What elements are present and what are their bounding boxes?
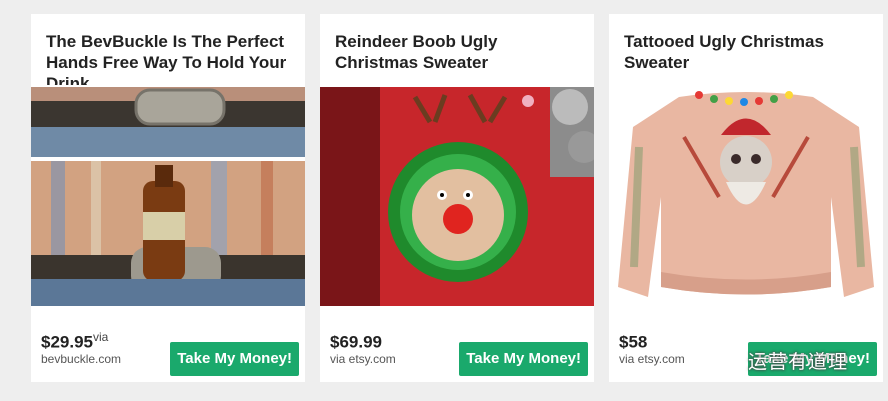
- product-card[interactable]: Reindeer Boob Ugly Christmas Sweater $69…: [320, 14, 594, 382]
- product-price: $69.99: [330, 332, 382, 352]
- product-title[interactable]: Tattooed Ugly Christmas Sweater: [624, 31, 871, 85]
- take-my-money-button[interactable]: Take My Money!: [459, 342, 588, 376]
- seller-label[interactable]: via etsy.com: [619, 352, 685, 366]
- wechat-icon: [707, 347, 739, 372]
- product-image[interactable]: [31, 87, 305, 306]
- price-suffix: via: [93, 330, 109, 344]
- product-card[interactable]: Tattooed Ugly Christmas Sweater $58 via …: [609, 14, 883, 382]
- seller-label[interactable]: via etsy.com: [330, 352, 396, 366]
- product-image[interactable]: [320, 87, 594, 306]
- watermark: 运营有道理: [706, 344, 848, 376]
- product-image[interactable]: [609, 87, 883, 306]
- product-title[interactable]: Reindeer Boob Ugly Christmas Sweater: [335, 31, 582, 85]
- take-my-money-button[interactable]: Take My Money!: [170, 342, 299, 376]
- product-card[interactable]: The BevBuckle Is The Perfect Hands Free …: [31, 14, 305, 382]
- product-price: $58: [619, 332, 648, 352]
- product-title[interactable]: The BevBuckle Is The Perfect Hands Free …: [46, 31, 293, 85]
- watermark-text: 运营有道理: [748, 351, 849, 373]
- product-price: $29.95via: [41, 330, 109, 352]
- seller-label[interactable]: bevbuckle.com: [41, 352, 121, 366]
